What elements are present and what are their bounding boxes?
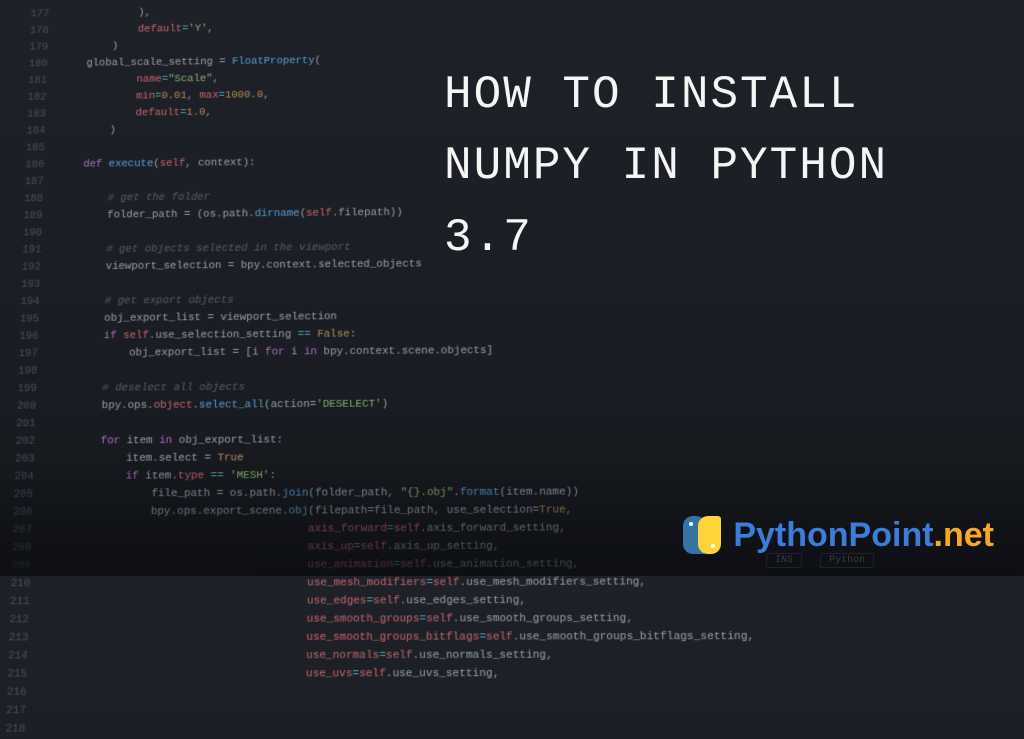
brand-tld: .net (934, 516, 994, 554)
brand-logo: PythonPoint.net (681, 514, 994, 556)
brand-name: PythonPoint (733, 516, 933, 554)
python-logo-icon (681, 514, 723, 556)
page-title: HOW TO INSTALL NUMPY IN PYTHON 3.7 (444, 60, 964, 274)
